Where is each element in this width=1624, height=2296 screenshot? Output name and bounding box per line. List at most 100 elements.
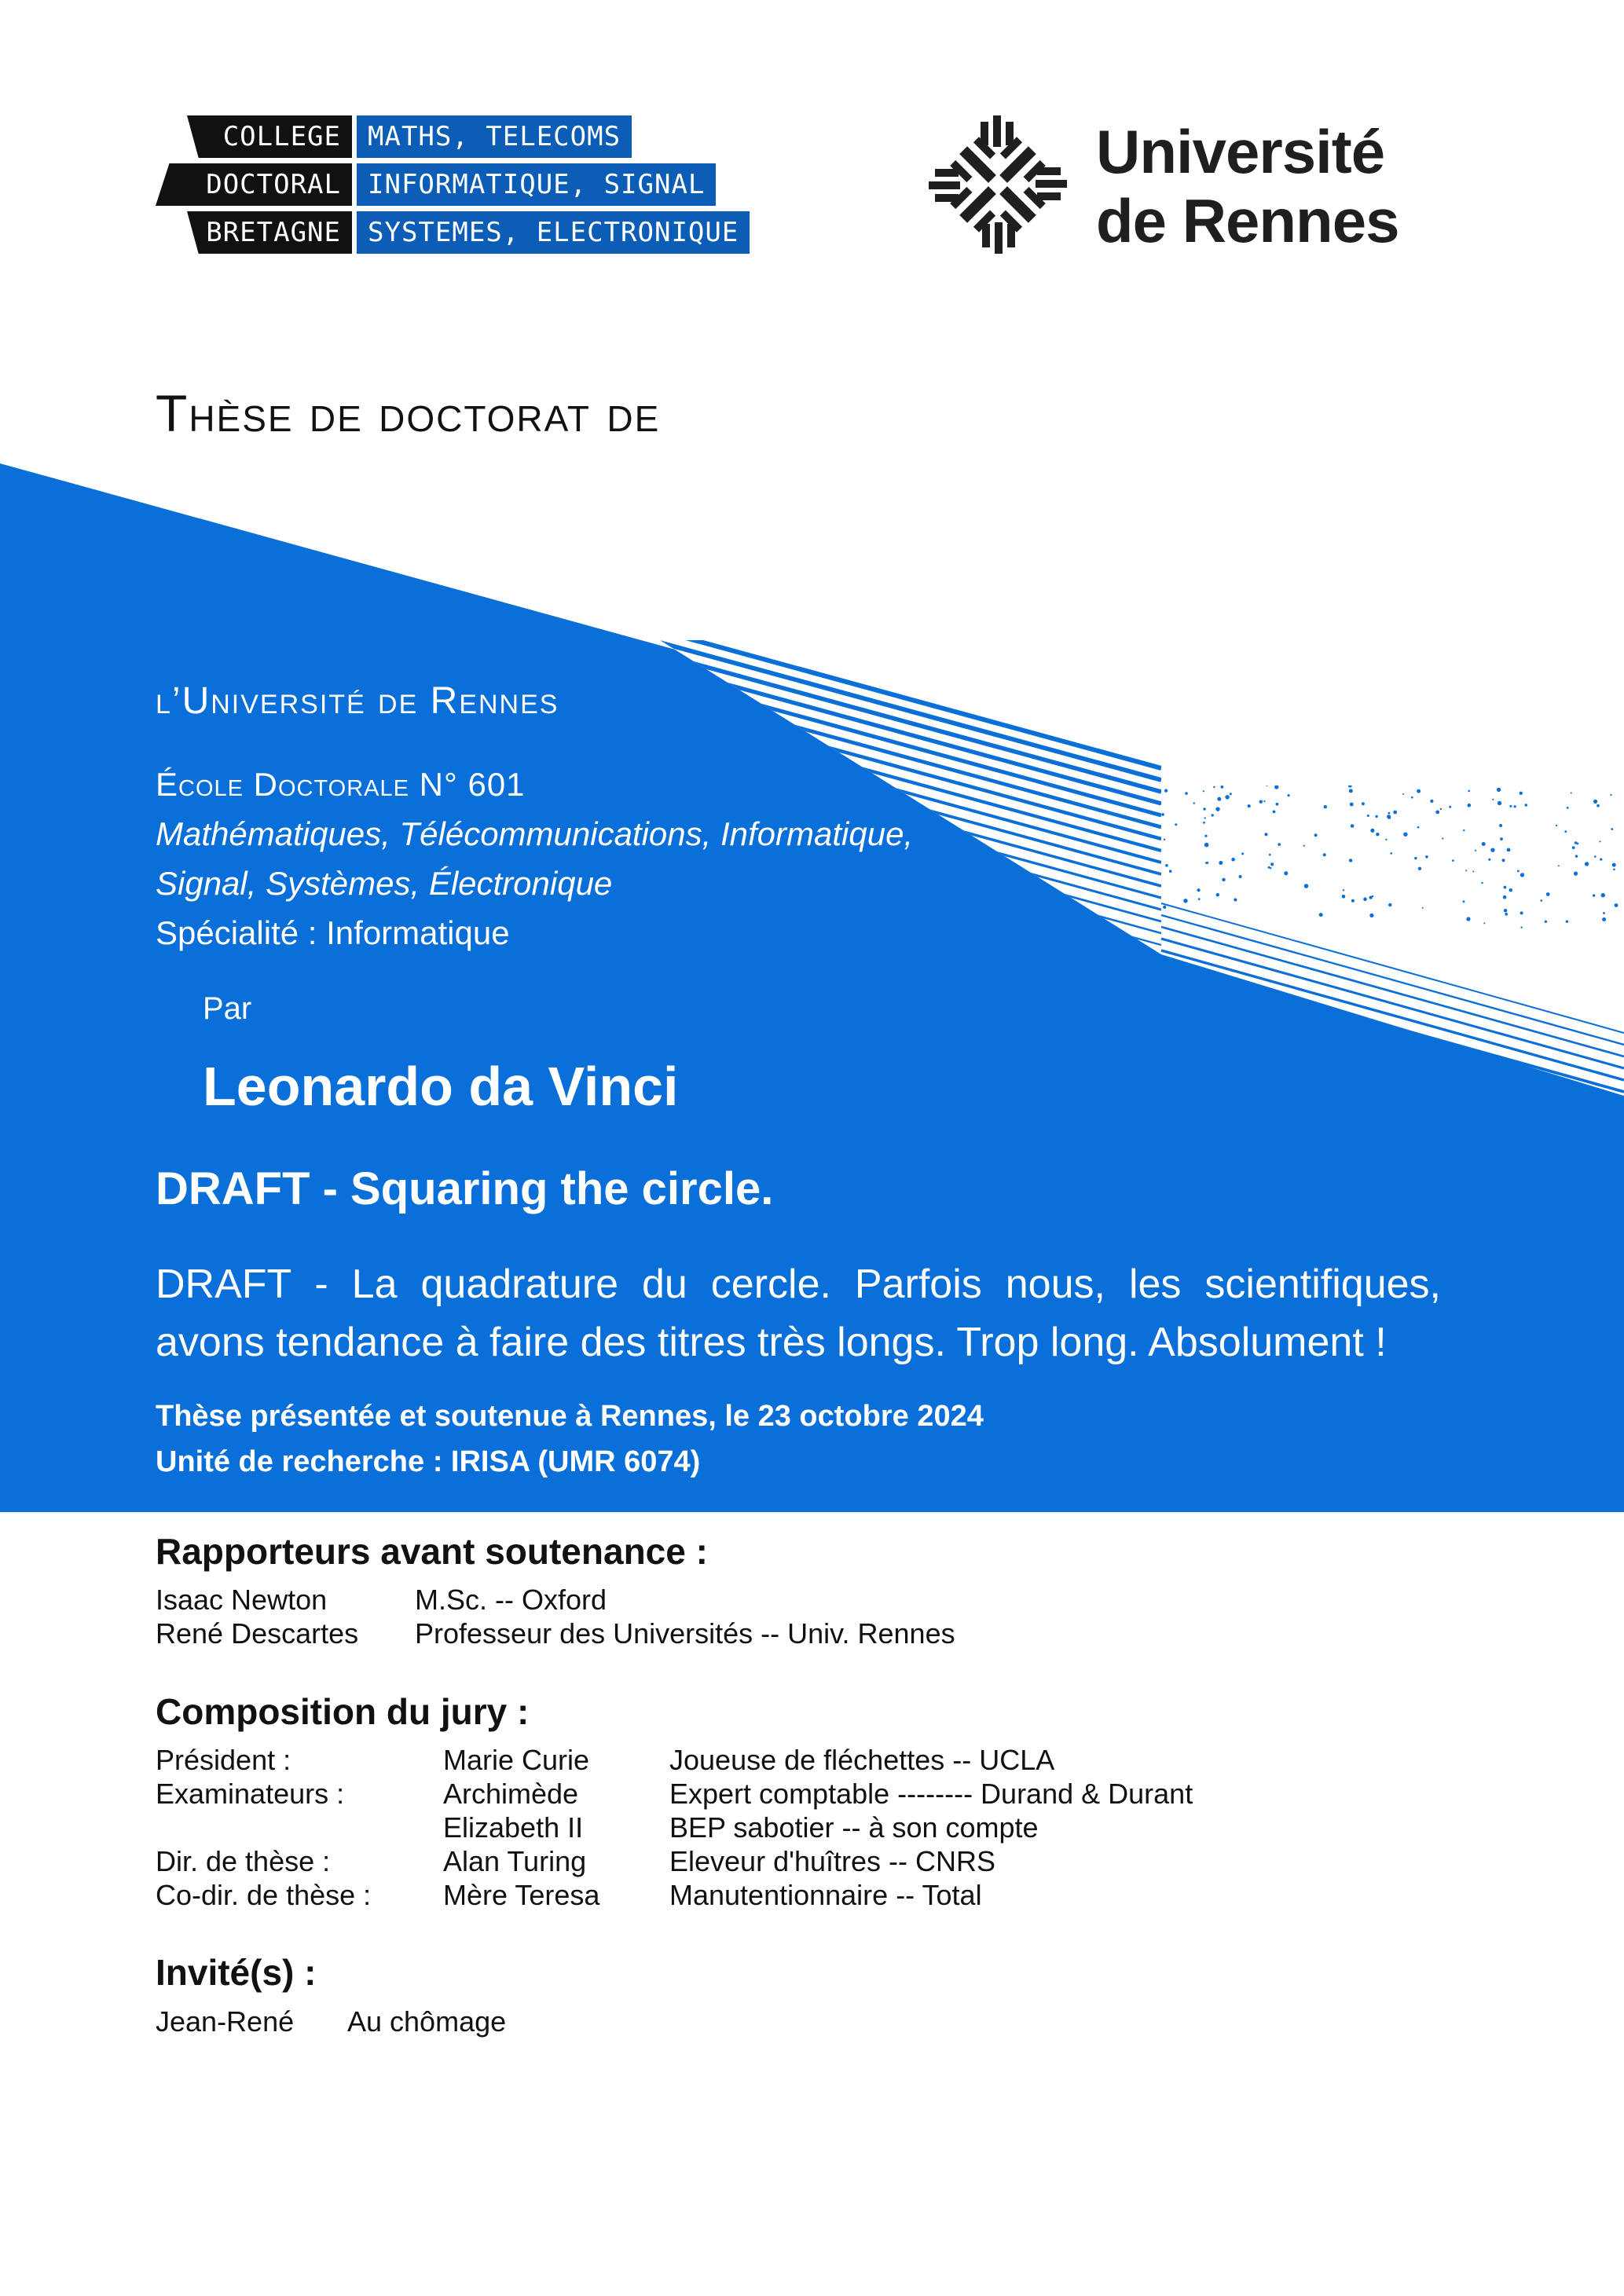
- decorative-dot: [1197, 898, 1201, 900]
- decorative-dot: [1555, 824, 1558, 827]
- decorative-dot: [1375, 815, 1378, 818]
- rapporteur-name: René Descartes: [156, 1617, 359, 1650]
- decorative-dot: [1231, 857, 1235, 862]
- decorative-dot: [1571, 761, 1575, 764]
- decorative-dot: [1193, 802, 1196, 804]
- decorative-dot: [1390, 852, 1392, 855]
- decorative-dot: [1237, 725, 1241, 730]
- decorative-dot: [1488, 858, 1491, 861]
- decorative-dot: [1369, 895, 1373, 899]
- decorative-dot: [1318, 913, 1323, 917]
- jury-name: Elizabeth II: [443, 1811, 584, 1844]
- decorative-dot: [1215, 893, 1220, 897]
- decorative-dot: [1465, 870, 1468, 872]
- decorative-dot: [1384, 744, 1387, 748]
- decorative-dot: [1367, 749, 1369, 751]
- decorative-dot: [1342, 889, 1345, 892]
- decorative-dot: [1303, 844, 1305, 847]
- decorative-dot: [1361, 802, 1365, 806]
- decorative-dot: [1163, 905, 1167, 909]
- decorative-dot: [1203, 821, 1205, 824]
- decorative-stripe: [660, 842, 1161, 954]
- college-doctoral-logo-row-1: COLLEGE MATHS, TELECOMS: [187, 115, 632, 158]
- decorative-dot: [1393, 810, 1398, 815]
- decorative-dot: [1300, 733, 1303, 738]
- decorative-stripe: [660, 652, 1161, 794]
- invite-name: Jean-René: [156, 2005, 295, 2038]
- decorative-stripe: [660, 676, 1161, 818]
- decorative-dot: [1599, 840, 1601, 843]
- decorative-dot: [1175, 823, 1178, 826]
- decorative-dot: [1272, 758, 1274, 761]
- decorative-stripe: [660, 877, 1161, 954]
- decorative-dot: [1503, 885, 1507, 889]
- decorative-dot: [1312, 734, 1314, 737]
- decorative-dot: [1584, 862, 1589, 866]
- decorative-dot: [1594, 855, 1597, 858]
- decorative-dot: [1348, 789, 1353, 793]
- decorative-dot: [1272, 810, 1276, 814]
- decorative-dot: [1201, 763, 1204, 766]
- decorative-stripe: [1160, 925, 1624, 1058]
- decorative-dot: [1570, 792, 1572, 794]
- logo-mark-bar: [995, 222, 1003, 254]
- decorative-dot: [1287, 794, 1290, 797]
- decorative-dot: [1573, 871, 1578, 876]
- decorative-dot: [1520, 911, 1523, 915]
- decorative-dot: [1539, 774, 1543, 777]
- decorative-stripe: [1160, 972, 1624, 1105]
- decorative-dot: [1266, 783, 1269, 786]
- decorative-dot: [1238, 875, 1242, 878]
- decorative-dot: [1594, 743, 1597, 746]
- decorative-dot: [1502, 895, 1507, 899]
- decorative-dot: [1274, 771, 1278, 776]
- decorative-dot: [1520, 873, 1524, 877]
- decorative-stripe: [660, 640, 1161, 771]
- decorative-dot: [1217, 796, 1222, 801]
- decorative-dot: [1435, 810, 1440, 815]
- decorative-dot: [1361, 745, 1366, 749]
- college-doctoral-logo-left: DOCTORAL: [156, 163, 352, 206]
- decorative-dot: [1229, 793, 1232, 796]
- decorative-dot: [1610, 794, 1612, 796]
- decorative-dot: [1373, 778, 1377, 783]
- decorative-dot: [1576, 842, 1579, 845]
- decorative-dot: [1237, 777, 1241, 780]
- decorative-dot: [1520, 926, 1523, 928]
- rapporteur-desc: Professeur des Universités -- Univ. Renn…: [415, 1617, 955, 1650]
- decorative-dot: [1206, 861, 1209, 864]
- decorative-dot: [1266, 782, 1270, 786]
- decorative-stripe: [1160, 961, 1624, 1093]
- decorative-dot: [1593, 894, 1596, 897]
- decorative-dot: [1259, 800, 1263, 804]
- decorative-dot: [1600, 858, 1603, 861]
- decorative-dot: [1580, 760, 1583, 764]
- decorative-dot: [1611, 862, 1616, 867]
- decorative-dot: [1219, 861, 1223, 865]
- decorative-dot: [1500, 837, 1503, 840]
- doctoral-school: École Doctorale N° 601: [156, 766, 526, 803]
- decorative-dot: [1204, 842, 1209, 848]
- decorative-dot: [1273, 749, 1276, 753]
- jury-desc: BEP sabotier -- à son compte: [669, 1811, 1039, 1844]
- decorative-dot: [1338, 764, 1342, 768]
- college-doctoral-logo-right: MATHS, TELECOMS: [357, 115, 632, 158]
- decorative-dot: [1475, 849, 1477, 851]
- decorative-dot: [1168, 870, 1172, 873]
- decorative-stripe: [1160, 937, 1624, 1070]
- decorative-dot: [1247, 804, 1251, 808]
- decorative-dot: [1604, 758, 1608, 763]
- decorative-dot: [1499, 824, 1503, 827]
- decorative-dot: [1372, 761, 1376, 764]
- decorative-dot: [1162, 764, 1167, 768]
- decorative-dot: [1324, 743, 1329, 748]
- decorative-dot: [1403, 832, 1408, 837]
- decorative-dot: [1269, 853, 1271, 856]
- decorative-dot: [1323, 805, 1328, 809]
- decorative-dot: [1421, 774, 1424, 778]
- decorative-dot: [1565, 920, 1569, 923]
- logo-mark-bar: [1036, 180, 1067, 188]
- universite-rennes-logo-icon: [929, 115, 1067, 254]
- decorative-dot: [1302, 774, 1306, 778]
- decorative-dot: [1164, 789, 1168, 793]
